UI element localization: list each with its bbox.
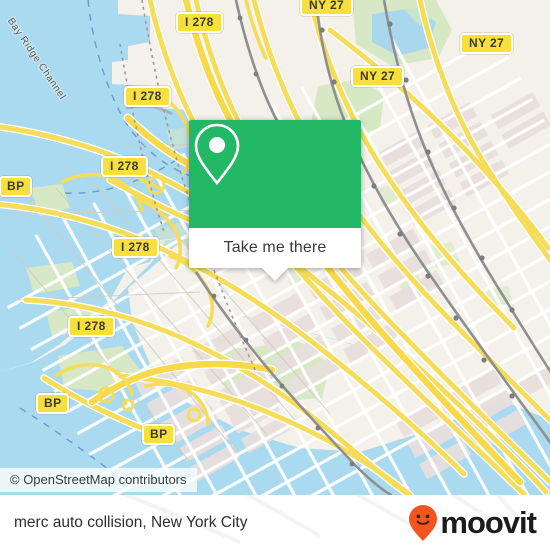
road-shield: NY 27 (300, 0, 354, 16)
moovit-place-card: Bay Ridge Channel I 278 NY 27 NY 27 NY 2… (0, 0, 550, 550)
moovit-wordmark: moovit (440, 505, 537, 540)
road-shield: NY 27 (460, 33, 514, 54)
road-shield: BP (142, 424, 176, 445)
moovit-brand[interactable]: moovit (408, 504, 537, 542)
map-attribution[interactable]: © OpenStreetMap contributors (0, 468, 197, 492)
take-me-there-label: Take me there (223, 239, 327, 256)
footer-bar: merc auto collision, New York City moovi… (0, 495, 550, 550)
location-pin-icon (194, 123, 240, 186)
road-shield: I 278 (124, 86, 171, 107)
popup-action[interactable]: Take me there (189, 228, 361, 268)
road-shield: NY 27 (351, 66, 405, 87)
place-popup-card[interactable]: Take me there (189, 120, 361, 281)
popup-tail (262, 268, 288, 281)
road-shield: I 278 (101, 156, 148, 177)
popup-header (189, 120, 361, 228)
road-shield: I 278 (112, 237, 159, 258)
road-shield: BP (36, 393, 70, 414)
place-title: merc auto collision, New York City (14, 513, 248, 531)
road-shield: I 278 (176, 12, 223, 33)
road-shield: BP (0, 176, 33, 197)
moovit-smiley-pin-icon (409, 504, 438, 541)
road-shield: I 278 (68, 316, 115, 337)
map-canvas[interactable]: Bay Ridge Channel I 278 NY 27 NY 27 NY 2… (0, 0, 550, 495)
